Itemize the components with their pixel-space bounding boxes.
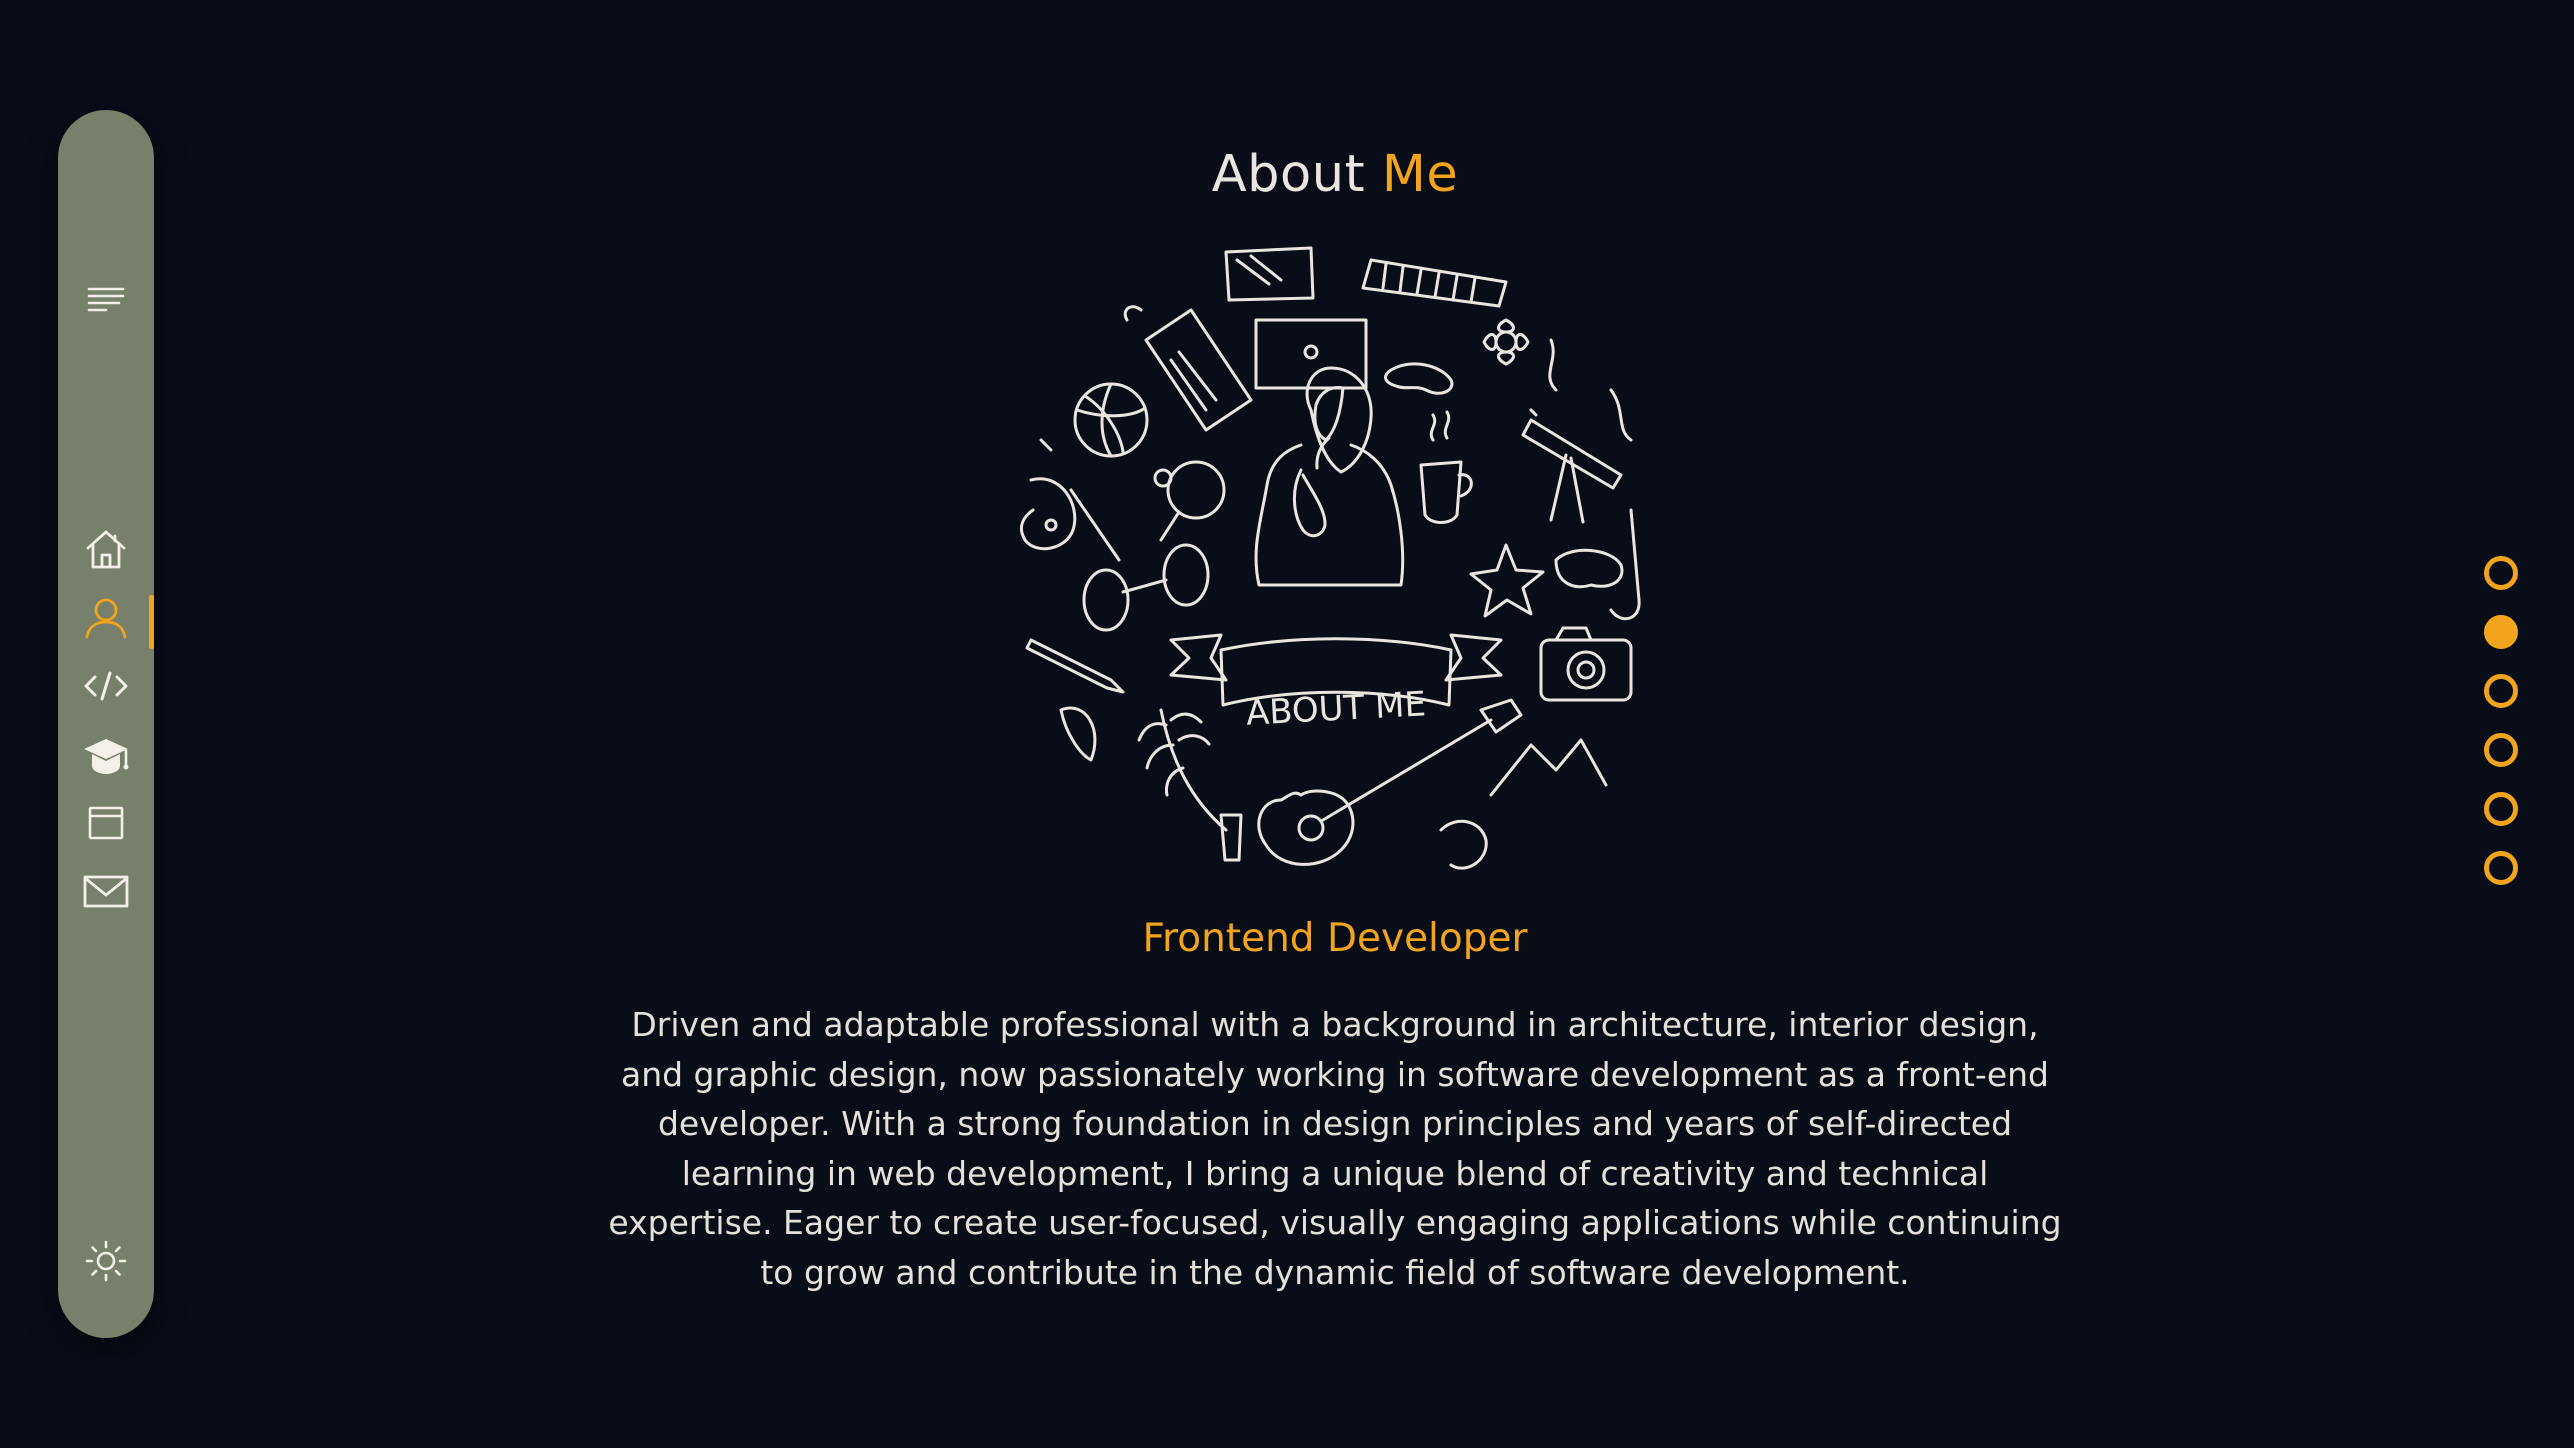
code-icon bbox=[84, 671, 128, 701]
section-dot[interactable] bbox=[2484, 556, 2518, 590]
section-dot-active[interactable] bbox=[2484, 615, 2518, 649]
graduation-cap-icon bbox=[84, 739, 129, 774]
browser-window-icon bbox=[88, 806, 124, 840]
sidebar bbox=[58, 110, 154, 1338]
title-part2: Me bbox=[1381, 145, 1459, 204]
nav-portfolio-button[interactable] bbox=[58, 794, 154, 852]
nav-projects-button[interactable] bbox=[58, 657, 154, 715]
sun-icon bbox=[85, 1240, 127, 1282]
bio-paragraph: Driven and adaptable professional with a… bbox=[608, 1005, 2062, 1292]
role-title: Frontend Developer bbox=[1142, 916, 1528, 961]
section-dot[interactable] bbox=[2484, 792, 2518, 826]
title-part1: About bbox=[1211, 145, 1366, 204]
nav-about-button[interactable] bbox=[58, 589, 154, 649]
theme-toggle-button[interactable] bbox=[58, 1232, 154, 1290]
menu-button[interactable] bbox=[58, 269, 154, 327]
section-dot[interactable] bbox=[2484, 733, 2518, 767]
mail-icon bbox=[83, 875, 129, 908]
nav-home-button[interactable] bbox=[58, 520, 154, 578]
section-dot[interactable] bbox=[2484, 674, 2518, 708]
banner-text: ABOUT ME bbox=[1245, 684, 1427, 733]
nav-contact-button[interactable] bbox=[58, 862, 154, 920]
menu-icon bbox=[87, 287, 125, 312]
home-icon bbox=[86, 530, 126, 569]
section-dot[interactable] bbox=[2484, 851, 2518, 885]
page-title: About Me bbox=[0, 145, 2574, 204]
user-icon bbox=[85, 598, 127, 639]
section-nav bbox=[2484, 556, 2518, 910]
nav-education-button[interactable] bbox=[58, 727, 154, 785]
active-indicator bbox=[149, 595, 154, 649]
about-me-illustration: ABOUT ME bbox=[1019, 246, 1641, 870]
